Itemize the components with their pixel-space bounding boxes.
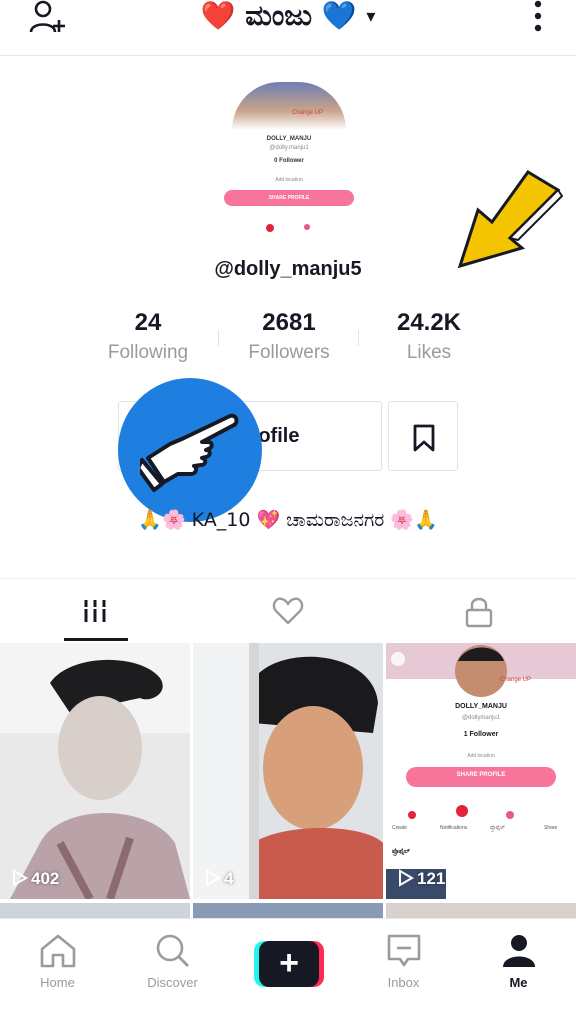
grid-card-section: ಪ್ರೊಫೈಲ್: [392, 849, 410, 855]
avatar: [232, 82, 346, 130]
heart-icon: [272, 597, 304, 625]
preview-username: @dolly.manju1: [269, 145, 309, 151]
stat-value: 24.2K: [396, 309, 462, 336]
view-count-value: 402: [31, 869, 60, 888]
account-name: ❤️ ಮಂಜು 💙: [200, 0, 357, 32]
change-label: Change UP: [500, 677, 532, 683]
view-count-value: 121: [417, 869, 446, 888]
lock-icon: [465, 597, 493, 628]
search-icon: [156, 934, 189, 967]
favorites-button[interactable]: [388, 401, 458, 471]
profile-icon: [502, 935, 535, 967]
view-count-value: 4: [224, 869, 234, 888]
active-tab-indicator: [64, 638, 128, 641]
preview-name: DOLLY_MANJU: [266, 136, 312, 142]
tab-private[interactable]: [384, 580, 576, 642]
stat-label: Followers: [248, 342, 330, 363]
profile-preview-image[interactable]: Change UP DOLLY_MANJU @dolly.manju1 0 Fo…: [222, 82, 356, 242]
view-count: 402: [12, 869, 59, 889]
stat-label: Following: [107, 342, 189, 363]
grid-card-location: Add location: [467, 753, 495, 759]
nav-label: Discover: [147, 975, 198, 990]
bottom-navigation: Home Discover + Inbox Me: [0, 918, 576, 1024]
preview-followers: 0 Follower: [274, 158, 304, 164]
home-icon: [40, 934, 75, 968]
nav-label: Home: [40, 975, 75, 990]
preview-location: Add location: [275, 177, 303, 183]
notification-dot-icon: [266, 224, 274, 232]
create-button[interactable]: +: [254, 941, 324, 987]
more-options-icon[interactable]: [528, 0, 548, 34]
plus-icon: +: [259, 941, 319, 987]
nav-label: Inbox: [387, 975, 420, 990]
video-thumbnail[interactable]: [386, 903, 576, 919]
stat-value: 2681: [262, 309, 316, 336]
video-thumbnail[interactable]: Change UP DOLLY_MANJU @dollymanju1 1 Fol…: [386, 643, 576, 899]
video-thumbnail-image: [193, 643, 383, 899]
stat-likes[interactable]: 24.2K Likes: [359, 308, 499, 364]
profile-dot-icon: [304, 224, 310, 230]
stat-value: 24: [134, 309, 162, 336]
video-grid: 402 4 Change UP DOLLY_MANJU @dollymanju1…: [0, 643, 576, 901]
inbox-icon: [387, 934, 420, 967]
stat-following[interactable]: 24 Following: [78, 308, 218, 364]
play-icon: [13, 869, 28, 887]
change-label: Change UP: [292, 110, 324, 116]
nav-home[interactable]: Home: [0, 933, 115, 990]
nav-discover[interactable]: Discover: [115, 933, 230, 990]
pointing-hand-icon: [140, 413, 239, 492]
tab-liked[interactable]: [192, 580, 384, 642]
stat-label: Likes: [406, 342, 452, 363]
profile-bio: 🙏🌸 KA_10 💖 ಚಾಮರಾಜನಗರ 🌸🙏: [138, 509, 438, 531]
grid-card-action: Notifications: [440, 825, 468, 831]
grid-card-action: Create: [392, 825, 408, 831]
video-thumbnail-image: [386, 643, 576, 899]
grid-card-action: Share: [544, 825, 558, 831]
grid-card-action: ಪ್ರೊಫೈಲ್: [490, 825, 505, 831]
stat-followers[interactable]: 2681 Followers: [219, 308, 359, 364]
tab-videos[interactable]: [0, 580, 192, 642]
view-count: 121: [398, 869, 445, 889]
video-grid-row-2: [0, 901, 576, 919]
profile-stats: 24 Following 2681 Followers 24.2K Likes: [0, 308, 576, 374]
nav-label: Me: [509, 975, 528, 990]
grid-card-share: SHARE PROFILE: [456, 772, 506, 778]
grid-card-username: @dollymanju1: [461, 715, 501, 721]
grid-card-name: DOLLY_MANJU: [455, 703, 507, 710]
divider: [0, 578, 576, 579]
chevron-down-icon: ▾: [366, 6, 376, 27]
nav-me[interactable]: Me: [461, 933, 576, 990]
content-tabs: [0, 580, 576, 642]
view-count: 4: [205, 869, 233, 889]
grid-card-followers: 1 Follower: [463, 731, 499, 738]
account-switcher[interactable]: ❤️ ಮಂಜು 💙 ▾: [0, 0, 576, 33]
video-thumbnail[interactable]: [193, 903, 383, 919]
play-icon: [206, 869, 221, 887]
play-icon: [399, 869, 414, 887]
bookmark-icon: [413, 424, 435, 452]
pointing-arrow-sticker: [448, 168, 564, 272]
video-thumbnail[interactable]: 402: [0, 643, 190, 899]
video-thumbnail[interactable]: 4: [193, 643, 383, 899]
top-bar: ❤️ ಮಂಜು 💙 ▾: [0, 0, 576, 56]
video-thumbnail-image: [0, 643, 190, 899]
video-thumbnail[interactable]: [0, 903, 190, 919]
pointing-hand-sticker: [118, 378, 262, 522]
nav-inbox[interactable]: Inbox: [346, 933, 461, 990]
profile-handle: @dolly_manju5: [214, 258, 362, 280]
grid-icon: [82, 600, 108, 622]
preview-share-button: SHARE PROFILE: [224, 190, 354, 206]
